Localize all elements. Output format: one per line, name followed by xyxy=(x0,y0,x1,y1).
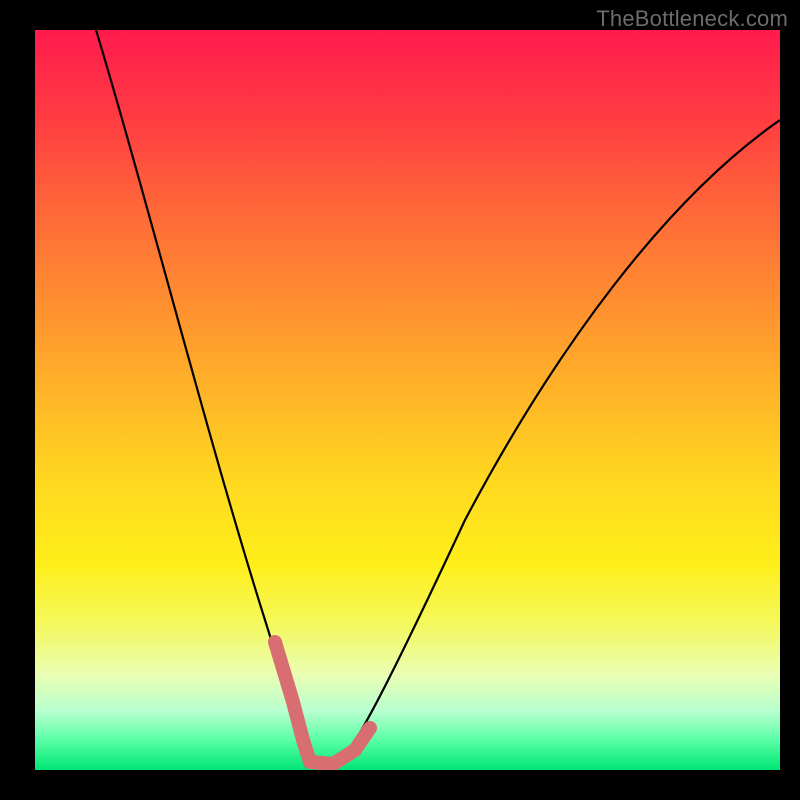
chart-svg xyxy=(35,30,780,770)
chart-plot-area xyxy=(35,30,780,770)
watermark-text: TheBottleneck.com xyxy=(596,6,788,32)
highlight-markers xyxy=(275,642,370,764)
chart-frame: TheBottleneck.com xyxy=(0,0,800,800)
bottleneck-curve xyxy=(90,30,780,768)
